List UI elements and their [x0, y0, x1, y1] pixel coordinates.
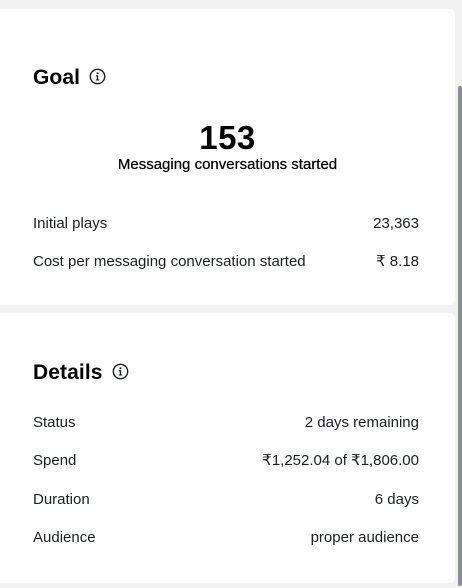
- details-label: Audience: [33, 529, 96, 546]
- metric-row-initial-plays: Initial plays 23,363: [33, 214, 419, 234]
- details-row-duration: Duration 6 days: [33, 490, 419, 510]
- metric-row-cost-per-conversation: Cost per messaging conversation started …: [33, 252, 419, 272]
- details-label: Status: [33, 414, 76, 431]
- metric-label: Cost per messaging conversation started: [33, 253, 306, 270]
- metric-value: ₹ 8.18: [376, 253, 419, 270]
- details-label: Spend: [33, 452, 77, 469]
- goal-title: Goal: [33, 66, 81, 89]
- details-card: Details Status 2 days remaining Spend ₹1…: [0, 313, 455, 583]
- metric-label: Initial plays: [33, 215, 108, 232]
- details-label: Duration: [33, 491, 90, 508]
- details-row-audience: Audience proper audience: [33, 528, 419, 548]
- details-header: Details: [33, 361, 129, 385]
- details-value: ₹1,252.04 of ₹1,806.00: [262, 452, 419, 469]
- details-row-status: Status 2 days remaining: [33, 413, 419, 433]
- info-icon[interactable]: [89, 68, 106, 85]
- details-value: 6 days: [374, 491, 419, 508]
- info-icon[interactable]: [112, 363, 129, 380]
- scrollbar-thumb[interactable]: [458, 86, 462, 586]
- scrollbar[interactable]: [458, 0, 462, 588]
- details-row-spend: Spend ₹1,252.04 of ₹1,806.00: [33, 451, 419, 471]
- details-title: Details: [33, 361, 103, 384]
- details-value: 2 days remaining: [304, 414, 419, 431]
- goal-card: Goal 153 Messaging conversations started…: [0, 9, 455, 305]
- goal-result-label: Messaging conversations started: [117, 156, 338, 173]
- goal-result: 153 Messaging conversations started: [0, 119, 455, 173]
- details-value: proper audience: [310, 529, 419, 546]
- metric-value: 23,363: [373, 215, 419, 232]
- goal-header: Goal: [33, 66, 106, 90]
- goal-result-value: 153: [199, 119, 256, 156]
